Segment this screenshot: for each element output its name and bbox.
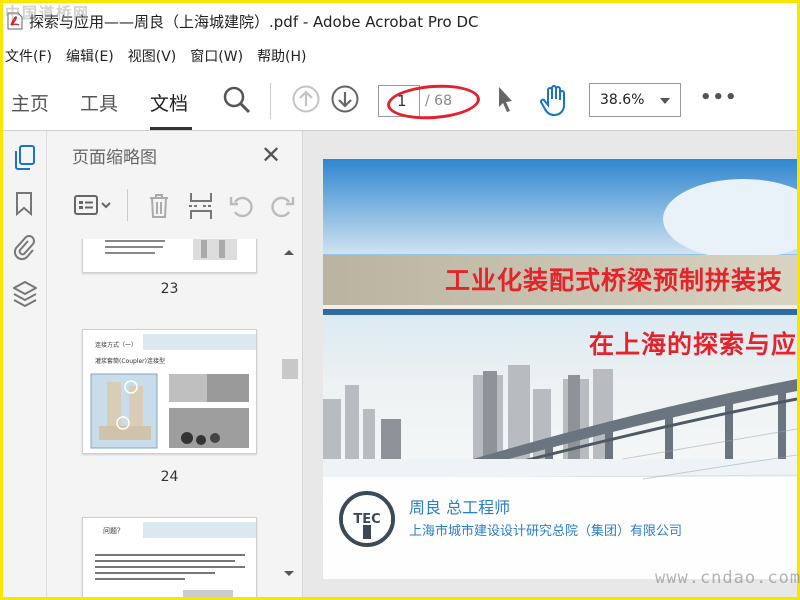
author-name: 周良 总工程师: [409, 498, 511, 517]
page-thumbnail[interactable]: 问题？: [82, 517, 257, 597]
window-title: 探索与应用——周良（上海城建院）.pdf - Adobe Acrobat Pro…: [29, 12, 479, 31]
rotate-clockwise-icon[interactable]: [269, 193, 295, 223]
page-thumbnails-icon[interactable]: [13, 145, 37, 175]
thumbnail-page-number-24: 24: [160, 469, 179, 485]
active-tab-indicator: [150, 127, 192, 130]
tab-home[interactable]: 主页: [11, 89, 49, 116]
scroll-down-icon: [284, 571, 294, 576]
menu-help[interactable]: 帮助(H): [255, 45, 312, 69]
main-toolbar: 主页 工具 文档 1 / 68 38.6% •••: [3, 71, 797, 131]
chevron-down-icon: [660, 98, 670, 104]
thumbnail-list: 23 连接方式（一） 灌浆套筒(Coupler)连接型 24 问题？: [47, 239, 279, 597]
svg-text:TEC: TEC: [353, 512, 380, 527]
toolbar-divider: [270, 83, 271, 119]
layers-icon[interactable]: [11, 279, 39, 313]
delete-icon[interactable]: [147, 193, 171, 223]
bookmark-icon[interactable]: [14, 191, 34, 221]
toolbar-divider: [127, 189, 128, 221]
select-cursor-icon[interactable]: [496, 85, 516, 119]
scroll-thumb[interactable]: [282, 359, 298, 379]
thumbnail-subheading: 灌浆套筒(Coupler)连接型: [95, 358, 165, 365]
hand-tool-icon[interactable]: [539, 84, 569, 120]
menu-file[interactable]: 文件(F): [3, 45, 58, 69]
title-bar: 探索与应用——周良（上海城建院）.pdf - Adobe Acrobat Pro…: [3, 3, 797, 39]
zoom-level-dropdown[interactable]: 38.6%: [589, 83, 681, 117]
thumbnail-heading: 连接方式（一）: [95, 342, 138, 349]
thumbnail-page-number: 23: [160, 281, 179, 297]
more-tools-button[interactable]: •••: [700, 87, 738, 108]
insert-pages-icon[interactable]: [188, 191, 214, 225]
tab-document[interactable]: 文档: [150, 89, 188, 116]
menu-edit[interactable]: 编辑(E): [64, 45, 120, 69]
pdf-page: 工业化装配式桥梁预制拼装技 在上海的探索与应 TEC 周良 总工程师 上海市城市…: [323, 159, 797, 579]
panel-title: 页面缩略图: [72, 148, 157, 168]
next-page-icon[interactable]: [331, 85, 359, 117]
menu-bar: 文件(F) 编辑(E) 视图(V) 窗口(W) 帮助(H): [3, 45, 319, 69]
acrobat-window: 探索与应用——周良（上海城建院）.pdf - Adobe Acrobat Pro…: [3, 3, 797, 597]
thumbnail-options-icon[interactable]: [73, 193, 113, 223]
page-thumbnails-panel: 页面缩略图 ✕ 23 连接方式（一） 灌浆套筒(Coupler)连接型 24 问…: [47, 131, 303, 597]
menu-window[interactable]: 窗口(W): [188, 45, 249, 69]
organization-name: 上海市城市建设设计研究总院（集团）有限公司: [409, 524, 683, 539]
close-icon[interactable]: ✕: [261, 141, 281, 169]
pdf-file-icon: [7, 12, 23, 30]
thumbnail-toolbar: [47, 183, 303, 227]
menu-view[interactable]: 视图(V): [126, 45, 183, 69]
page-thumbnail[interactable]: 连接方式（一） 灌浆套筒(Coupler)连接型: [82, 329, 257, 454]
navigation-rail: [3, 131, 47, 597]
thumbnail-heading: 问题？: [103, 527, 124, 535]
tec-logo: TEC: [337, 489, 397, 549]
page-thumbnail[interactable]: [82, 239, 257, 273]
zoom-value: 38.6%: [600, 92, 645, 108]
attachment-icon[interactable]: [12, 233, 36, 265]
search-icon[interactable]: [222, 85, 252, 119]
thumbnail-scrollbar[interactable]: [279, 241, 299, 589]
slide-title-line1: 工业化装配式桥梁预制拼装技: [445, 266, 784, 295]
watermark-bottom: www.cndao.com: [655, 568, 800, 588]
document-view[interactable]: 工业化装配式桥梁预制拼装技 在上海的探索与应 TEC 周良 总工程师 上海市城市…: [303, 131, 797, 597]
slide-title-line2: 在上海的探索与应: [589, 330, 797, 359]
tab-tools[interactable]: 工具: [80, 89, 118, 116]
rotate-counterclockwise-icon[interactable]: [229, 193, 255, 223]
scroll-up-icon: [284, 250, 294, 255]
previous-page-icon[interactable]: [292, 85, 320, 117]
